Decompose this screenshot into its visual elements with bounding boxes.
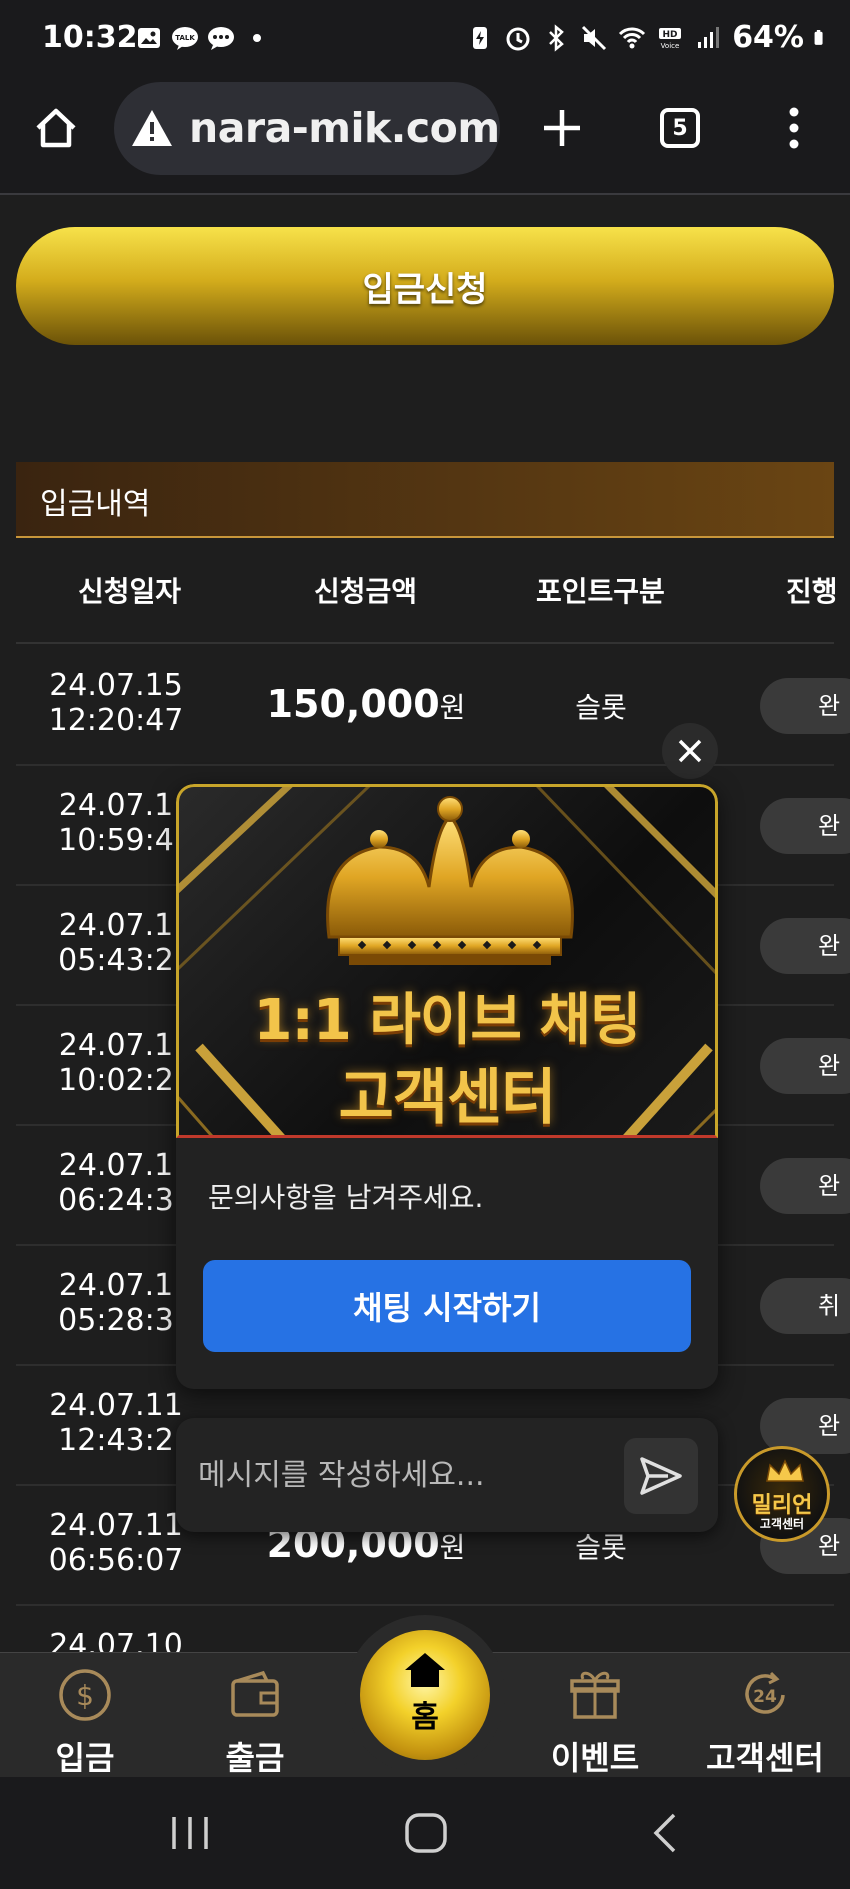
amount-unit: 원 xyxy=(439,1531,466,1564)
nav-home[interactable]: 홈 xyxy=(345,1615,505,1775)
status-badge: 완 xyxy=(760,678,850,734)
message-icon xyxy=(208,27,234,50)
new-tab-button[interactable] xyxy=(536,102,588,154)
battery-percent: 64% xyxy=(732,20,804,55)
bluetooth-icon xyxy=(549,23,565,52)
system-home-button[interactable] xyxy=(396,1805,456,1861)
wallet-icon xyxy=(231,1670,279,1717)
recent-apps-button[interactable] xyxy=(160,1805,220,1861)
nav-withdraw-label: 출금 xyxy=(225,1739,285,1777)
nav-support-label: 고객센터 xyxy=(706,1739,824,1777)
kakaotalk-icon: TALK xyxy=(172,27,198,50)
row-amount: 150,000원 xyxy=(236,682,496,726)
tab-switcher-button[interactable]: 5 xyxy=(654,102,706,154)
amount-unit: 원 xyxy=(439,691,466,724)
close-icon xyxy=(678,739,702,763)
browser-menu-button[interactable] xyxy=(768,102,820,154)
column-header-status: 진행 xyxy=(786,575,838,608)
plus-icon xyxy=(544,110,580,146)
recent-apps-icon xyxy=(172,1817,208,1849)
nav-home-label: 홈 xyxy=(411,1700,439,1735)
column-header-point-type: 포인트구분 xyxy=(536,575,665,608)
row-point-type: 슬롯 xyxy=(575,1531,627,1564)
start-chat-button[interactable]: 채팅 시작하기 xyxy=(203,1260,691,1352)
status-bar: 10:32 TALK HD Voice 64% xyxy=(0,0,850,80)
nav-event-label: 이벤트 xyxy=(550,1739,640,1777)
back-button[interactable] xyxy=(636,1805,696,1861)
deposit-request-button[interactable]: 입금신청 xyxy=(16,227,834,345)
home-icon xyxy=(36,108,76,148)
system-navigation-bar xyxy=(0,1777,850,1889)
home-button-face: 홈 xyxy=(360,1630,490,1760)
status-badge: 완 xyxy=(760,1158,850,1214)
nav-withdraw[interactable]: 출금 xyxy=(170,1653,340,1778)
svg-text:24: 24 xyxy=(753,1687,777,1707)
table-header: 신청일자 신청금액 포인트구분 진행 xyxy=(16,538,838,644)
nav-deposit-label: 입금 xyxy=(55,1739,115,1777)
badge-subtitle: 고객센터 xyxy=(759,1517,805,1531)
gallery-icon xyxy=(138,28,160,48)
send-icon xyxy=(640,1457,682,1495)
svg-text:HD: HD xyxy=(663,30,678,40)
clock: 10:32 xyxy=(42,20,138,55)
crown-icon xyxy=(766,1459,804,1482)
battery-saver-icon xyxy=(473,26,488,49)
crown-icon xyxy=(326,796,574,965)
deposit-history-title: 입금내역 xyxy=(40,487,151,522)
tab-count: 5 xyxy=(660,108,700,148)
deposit-history-header: 입금내역 xyxy=(16,462,834,538)
more-vert-icon xyxy=(789,107,799,149)
gift-icon xyxy=(570,1671,620,1719)
home-button[interactable] xyxy=(30,102,82,154)
chat-prompt-text: 문의사항을 남겨주세요. xyxy=(208,1181,484,1214)
svg-text:$: $ xyxy=(76,1679,94,1712)
customer-center-badge[interactable]: 밀리언 고객센터 xyxy=(734,1446,830,1542)
alarm-icon xyxy=(506,27,530,50)
row-datetime: 24.07.10 xyxy=(16,1628,216,1652)
home-icon xyxy=(405,1653,445,1687)
status-badge: 취 xyxy=(760,1278,850,1334)
nav-support[interactable]: 24 고객센터 xyxy=(680,1653,850,1778)
url-text: nara-mik.com xyxy=(189,104,500,152)
system-home-icon xyxy=(405,1813,447,1853)
row-date: 24.07.10 xyxy=(49,1628,183,1652)
send-button[interactable] xyxy=(624,1438,698,1514)
battery-icon xyxy=(814,29,823,45)
nav-deposit[interactable]: $ 입금 xyxy=(0,1653,170,1778)
signal-icon xyxy=(698,26,720,48)
row-date: 24.07.11 xyxy=(49,1388,183,1423)
row-date: 24.07.15 xyxy=(49,668,183,703)
not-secure-warning-icon xyxy=(132,110,172,146)
message-input[interactable] xyxy=(198,1438,598,1512)
live-chat-widget: 1:1 라이브 채팅 고객센터 문의사항을 남겨주세요. 채팅 시작하기 xyxy=(176,784,718,1389)
column-header-amount: 신청금액 xyxy=(314,575,418,608)
banner-title: 1:1 라이브 채팅 xyxy=(253,988,642,1053)
support-24h-icon: 24 xyxy=(745,1671,785,1714)
banner-subtitle: 고객센터 xyxy=(338,1063,557,1133)
hd-voice-icon: HD Voice xyxy=(659,27,682,50)
row-time: 06:56:07 xyxy=(48,1543,184,1578)
row-point-type: 슬롯 xyxy=(575,691,627,724)
mute-icon xyxy=(582,25,607,50)
address-bar[interactable]: nara-mik.com xyxy=(114,82,500,175)
more-notifications-icon xyxy=(253,34,261,42)
nav-event[interactable]: 이벤트 xyxy=(510,1653,680,1778)
row-datetime: 24.07.15 12:20:47 xyxy=(16,668,216,738)
message-composer xyxy=(176,1418,718,1532)
svg-text:TALK: TALK xyxy=(175,34,195,42)
chat-close-button[interactable] xyxy=(662,723,718,779)
browser-toolbar: nara-mik.com 5 xyxy=(0,80,850,195)
wifi-icon xyxy=(619,27,646,48)
back-icon xyxy=(653,1813,676,1853)
status-badge: 완 xyxy=(760,1038,850,1094)
status-badge: 완 xyxy=(760,798,850,854)
row-time: 12:20:47 xyxy=(48,703,184,738)
status-badge: 완 xyxy=(760,918,850,974)
amount-value: 150,000 xyxy=(266,682,440,726)
column-header-date: 신청일자 xyxy=(78,575,182,608)
dollar-coin-icon: $ xyxy=(59,1669,111,1721)
live-chat-banner: 1:1 라이브 채팅 고객센터 xyxy=(176,784,718,1138)
svg-text:Voice: Voice xyxy=(661,42,680,50)
